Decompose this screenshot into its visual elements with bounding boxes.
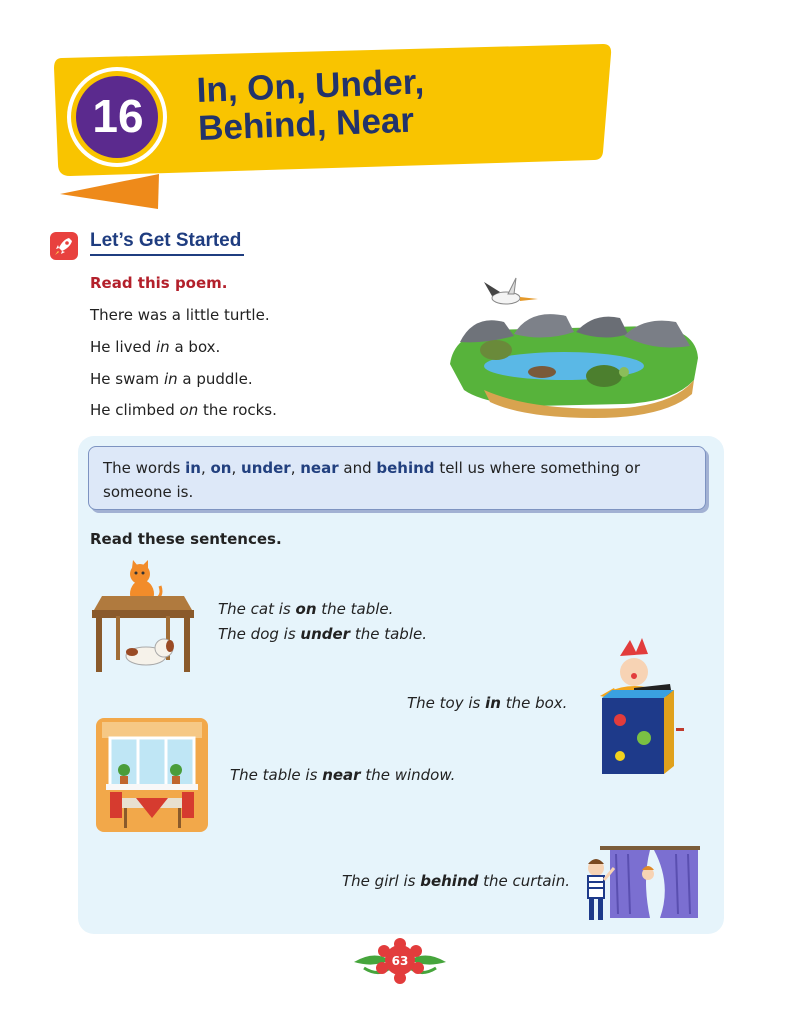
- poem-text: the rocks.: [198, 401, 277, 419]
- cat-dog-table-illustration: [92, 560, 194, 672]
- sentence-text: The cat is: [218, 600, 296, 618]
- poem-text: a puddle.: [177, 370, 253, 388]
- sentence-text: the box.: [500, 694, 568, 712]
- sentence-keyword: on: [295, 600, 317, 618]
- poem-text: He swam: [90, 370, 164, 388]
- sentence-cat: The cat is on the table.: [218, 600, 393, 618]
- sentence-text: the curtain.: [478, 872, 570, 890]
- note-text: ,: [290, 459, 301, 477]
- window-table-illustration: [96, 718, 208, 832]
- poem-line: He climbed on the rocks.: [90, 401, 277, 419]
- girl-icon: [642, 866, 654, 880]
- sentence-text: The toy is: [407, 694, 486, 712]
- chapter-number: 16: [92, 90, 144, 142]
- poem-emphasis: in: [163, 370, 178, 388]
- section-title: Let’s Get Started: [90, 230, 244, 256]
- sentence-dog: The dog is under the table.: [218, 625, 427, 643]
- pelican-icon: [484, 277, 538, 305]
- keyword-under: under: [241, 459, 291, 477]
- note-text: ,: [231, 459, 242, 477]
- poem-line: He lived in a box.: [90, 338, 220, 356]
- turtle-pond-illustration: [450, 277, 698, 418]
- sentence-keyword: near: [322, 766, 361, 784]
- jack-in-the-box-illustration: [600, 638, 684, 774]
- sentence-text: The table is: [230, 766, 323, 784]
- poem-emphasis: on: [179, 401, 199, 419]
- rocket-icon: [50, 232, 78, 260]
- sentence-text: The girl is: [342, 872, 421, 890]
- sentence-text: the table.: [350, 625, 427, 643]
- poem-line: He swam in a puddle.: [90, 370, 253, 388]
- note-text: The words: [103, 459, 186, 477]
- sentence-toy: The toy is in the box.: [407, 694, 567, 712]
- keyword-in: in: [185, 459, 201, 477]
- sentence-text: the window.: [360, 766, 456, 784]
- sentences-heading: Read these sentences.: [90, 530, 282, 548]
- sentence-text: the table.: [316, 600, 394, 618]
- sentence-text: The dog is: [218, 625, 301, 643]
- poem-text: He lived: [90, 338, 157, 356]
- poem-text: There was a little turtle.: [90, 306, 270, 324]
- poem-text: a box.: [169, 338, 221, 356]
- poem-emphasis: in: [156, 338, 170, 356]
- chapter-title: In, On, Under, Behind, Near: [196, 62, 426, 148]
- sentence-keyword: behind: [420, 872, 479, 890]
- poem-line: There was a little turtle.: [90, 306, 270, 324]
- girl-curtain-illustration: [587, 846, 700, 920]
- sentence-keyword: under: [300, 625, 351, 643]
- sentence-window: The table is near the window.: [230, 766, 455, 784]
- note-text: and: [338, 459, 377, 477]
- sentence-girl: The girl is behind the curtain.: [342, 872, 570, 890]
- keyword-behind: behind: [376, 459, 435, 477]
- sentence-keyword: in: [485, 694, 501, 712]
- keyword-on: on: [210, 459, 232, 477]
- dog-icon: [125, 638, 174, 666]
- poem-text: He climbed: [90, 401, 180, 419]
- note-text: ,: [200, 459, 211, 477]
- page-number: 63: [391, 954, 409, 968]
- poem-heading: Read this poem.: [90, 274, 228, 292]
- note-box: The words in, on, under, near and behind…: [88, 446, 706, 510]
- keyword-near: near: [300, 459, 339, 477]
